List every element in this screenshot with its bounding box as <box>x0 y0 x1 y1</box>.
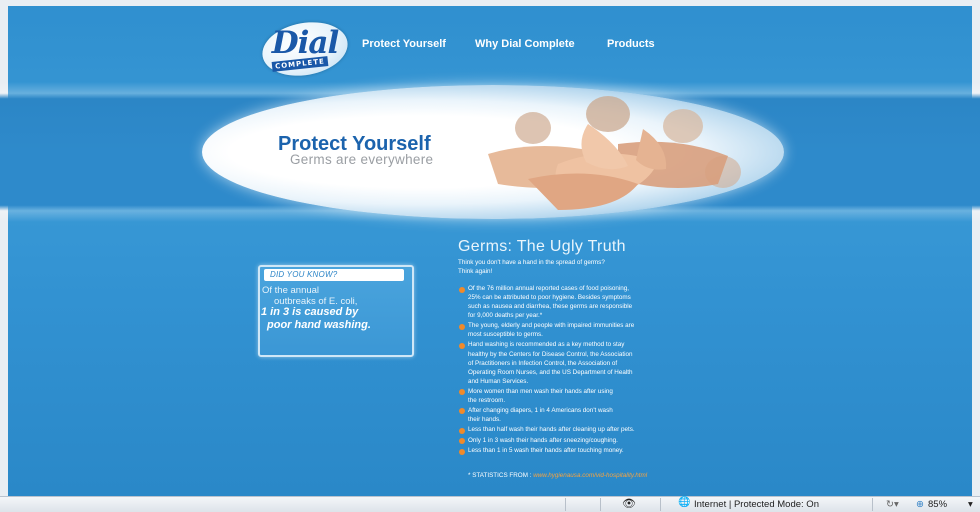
bullet-icon <box>459 389 465 396</box>
main-nav: Protect Yourself Why Dial Complete Produ… <box>0 38 980 58</box>
truth-intro: Think you don't have a hand in the sprea… <box>458 259 605 266</box>
did-you-know-line: Of the annual <box>262 285 320 296</box>
window-frame-top <box>0 0 980 6</box>
truth-bullet-line: 25% can be attributed to poor hygiene. B… <box>468 294 631 302</box>
stats-link[interactable]: www.hygienausa.com/vid-hospitality.html <box>533 472 647 479</box>
truth-bullet-line: their hands. <box>468 416 501 423</box>
did-you-know-heading: DID YOU KNOW? <box>270 270 338 279</box>
did-you-know-box: DID YOU KNOW? Of the annual outbreaks of… <box>258 265 414 357</box>
bullet-icon <box>459 427 465 434</box>
truth-bullet-line: The young, elderly and people with impai… <box>468 322 635 330</box>
truth-bullet-line: and Human Services. <box>468 377 529 385</box>
stacked-hands-image <box>488 96 741 210</box>
truth-bullet-line: Only 1 in 3 wash their hands after sneez… <box>468 436 618 444</box>
status-divider <box>600 498 601 511</box>
truth-bullet-line: healthy by the Centers for Disease Contr… <box>468 350 633 358</box>
truth-bullet-line: Less than half wash their hands after cl… <box>468 426 635 433</box>
truth-bullet-line: Hand washing is recommended as a key met… <box>468 341 625 349</box>
truth-bullet-line: the restroom. <box>468 396 506 404</box>
status-divider <box>565 498 566 511</box>
hero-subtitle: Germs are everywhere <box>290 152 434 167</box>
window-frame-left <box>0 0 8 496</box>
security-zone-text[interactable]: Internet | Protected Mode: On <box>694 499 819 510</box>
privacy-eye-icon[interactable]: 👁 <box>622 497 636 510</box>
stats-label: * STATISTICS FROM : <box>468 472 532 479</box>
truth-bullet-line: Operating Room Nurses, and the US Depart… <box>468 368 633 376</box>
zoom-dropdown-icon[interactable]: ▾ <box>968 499 973 510</box>
globe-icon: 🌐 <box>678 497 691 508</box>
web-page: Dial COMPLETE Protect Yourself Why Dial … <box>0 0 980 496</box>
bullet-icon <box>459 438 465 445</box>
truth-bullet-line: Less than 1 in 5 wash their hands after … <box>468 447 624 455</box>
status-divider <box>872 498 873 511</box>
zoom-level[interactable]: 85% <box>928 499 947 510</box>
protected-mode-icon[interactable]: ↻▾ <box>886 499 899 510</box>
bullet-icon <box>459 342 465 349</box>
bullet-icon <box>459 286 465 293</box>
zoom-icon: ⊕ <box>916 499 924 510</box>
truth-bullet-line: Of the 76 million annual reported cases … <box>468 285 630 292</box>
status-divider <box>660 498 661 511</box>
browser-status-bar: 👁 🌐 Internet | Protected Mode: On ↻▾ ⊕ 8… <box>0 496 980 512</box>
stats-source: * STATISTICS FROM : www.hygienausa.com/v… <box>468 472 647 479</box>
nav-protect-yourself[interactable]: Protect Yourself <box>362 38 446 50</box>
truth-bullet-line: most susceptible to germs. <box>468 331 543 339</box>
did-you-know-fact: poor hand washing. <box>267 319 371 331</box>
window-frame-right <box>972 0 980 496</box>
truth-bullet-line: of Practitioners in Infection Control, t… <box>468 359 618 367</box>
did-you-know-fact: 1 in 3 is caused by <box>261 306 359 318</box>
truth-bullet-line: such as nausea and diarrhea, these germs… <box>468 303 633 311</box>
bullet-icon <box>459 323 465 330</box>
truth-title: Germs: The Ugly Truth <box>458 238 626 255</box>
nav-why-dial-complete[interactable]: Why Dial Complete <box>475 38 575 50</box>
truth-bullet-line: After changing diapers, 1 in 4 Americans… <box>468 406 613 414</box>
truth-intro: Think again! <box>458 268 493 275</box>
truth-bullet-line: More women than men wash their hands aft… <box>468 387 613 395</box>
bullet-icon <box>459 408 465 415</box>
did-you-know-header: DID YOU KNOW? <box>264 269 404 281</box>
truth-bullet-line: for 9,000 deaths per year.* <box>468 312 543 320</box>
nav-products[interactable]: Products <box>607 38 655 50</box>
bullet-icon <box>459 448 465 455</box>
